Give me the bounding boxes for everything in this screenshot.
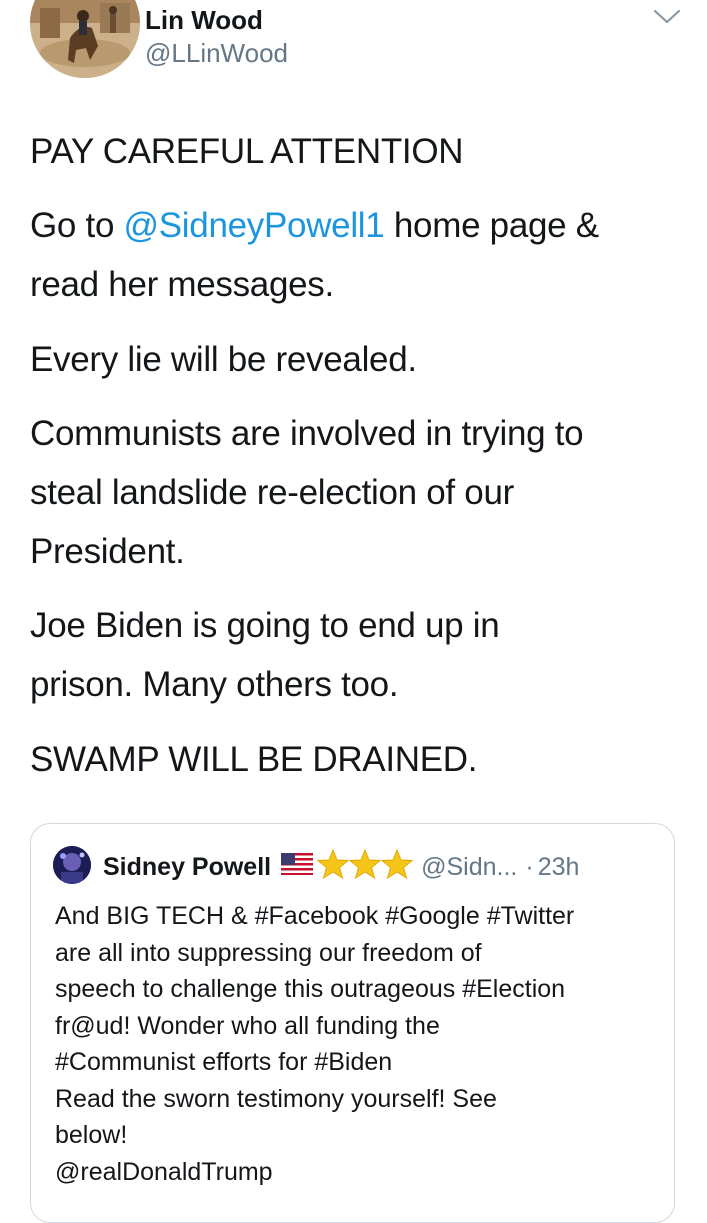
tweet-paragraph-2: Go to @SidneyPowell1 home page & read he… — [30, 196, 690, 314]
separator-dot: · — [525, 852, 534, 881]
tweet-paragraph-5: Joe Biden is going to end up in prison. … — [30, 596, 690, 714]
quoted-text-line: Read the sworn testimony yourself! See — [55, 1084, 497, 1113]
tweet-text: President. — [30, 532, 185, 571]
quoted-text-line[interactable]: @realDonaldTrump — [55, 1154, 665, 1191]
quoted-tweet-text: And BIG TECH & #Facebook #Google #Twitte… — [55, 898, 665, 1190]
tweet-text: Every lie will be revealed. — [30, 340, 417, 379]
tweet-paragraph-4: Communists are involved in trying to ste… — [30, 404, 690, 581]
chevron-down-icon[interactable] — [652, 6, 682, 28]
author-handle[interactable]: @LLinWood — [145, 38, 288, 68]
quoted-author-avatar — [53, 846, 91, 884]
tweet: Lin Wood @LLinWood PAY CAREFUL ATTENTION… — [0, 0, 707, 1223]
quoted-text-line: And BIG TECH & #Facebook #Google #Twitte… — [55, 902, 575, 930]
tweet-text: Joe Biden is going to end up in — [30, 606, 500, 645]
tweet-text: SWAMP WILL BE DRAINED. — [30, 740, 478, 779]
tweet-text: steal landslide re-election of our — [30, 473, 514, 512]
stars-group — [316, 848, 414, 887]
quoted-author-handle[interactable]: @Sidn... — [421, 853, 517, 882]
tweet-text: PAY CAREFUL ATTENTION — [30, 132, 464, 171]
quoted-text-line: below! — [55, 1121, 128, 1149]
author-avatar[interactable] — [30, 0, 140, 78]
star-icon — [380, 848, 414, 887]
star-icon — [316, 848, 350, 887]
quoted-author-name[interactable]: Sidney Powell — [103, 853, 271, 882]
quoted-tweet[interactable]: Sidney Powell @Sidn... · 23h And BIG TEC… — [30, 823, 675, 1223]
tweet-paragraph-1: PAY CAREFUL ATTENTION — [30, 122, 690, 181]
quoted-timestamp[interactable]: 23h — [538, 853, 580, 882]
mention-link[interactable]: @SidneyPowell1 — [124, 206, 385, 245]
quoted-text-line: are all into suppressing our freedom of — [55, 938, 482, 967]
tweet-text: Go to — [30, 206, 124, 245]
author-name[interactable]: Lin Wood — [145, 5, 263, 35]
quoted-text-line: speech to challenge this outrageous #Ele… — [55, 975, 566, 1003]
star-icon — [348, 848, 382, 887]
quoted-header: Sidney Powell @Sidn... · 23h — [103, 848, 580, 887]
quoted-text-line: fr@ud! Wonder who all funding the — [55, 1011, 440, 1040]
us-flag-icon — [280, 852, 314, 882]
tweet-text: Communists are involved in trying to — [30, 414, 584, 453]
tweet-text: read her messages. — [30, 265, 334, 304]
tweet-paragraph-3: Every lie will be revealed. — [30, 330, 690, 389]
tweet-text: prison. Many others too. — [30, 665, 399, 704]
quoted-text-line: #Communist efforts for #Biden — [55, 1048, 393, 1076]
tweet-text: home page & — [384, 206, 599, 245]
tweet-paragraph-6: SWAMP WILL BE DRAINED. — [30, 730, 690, 789]
